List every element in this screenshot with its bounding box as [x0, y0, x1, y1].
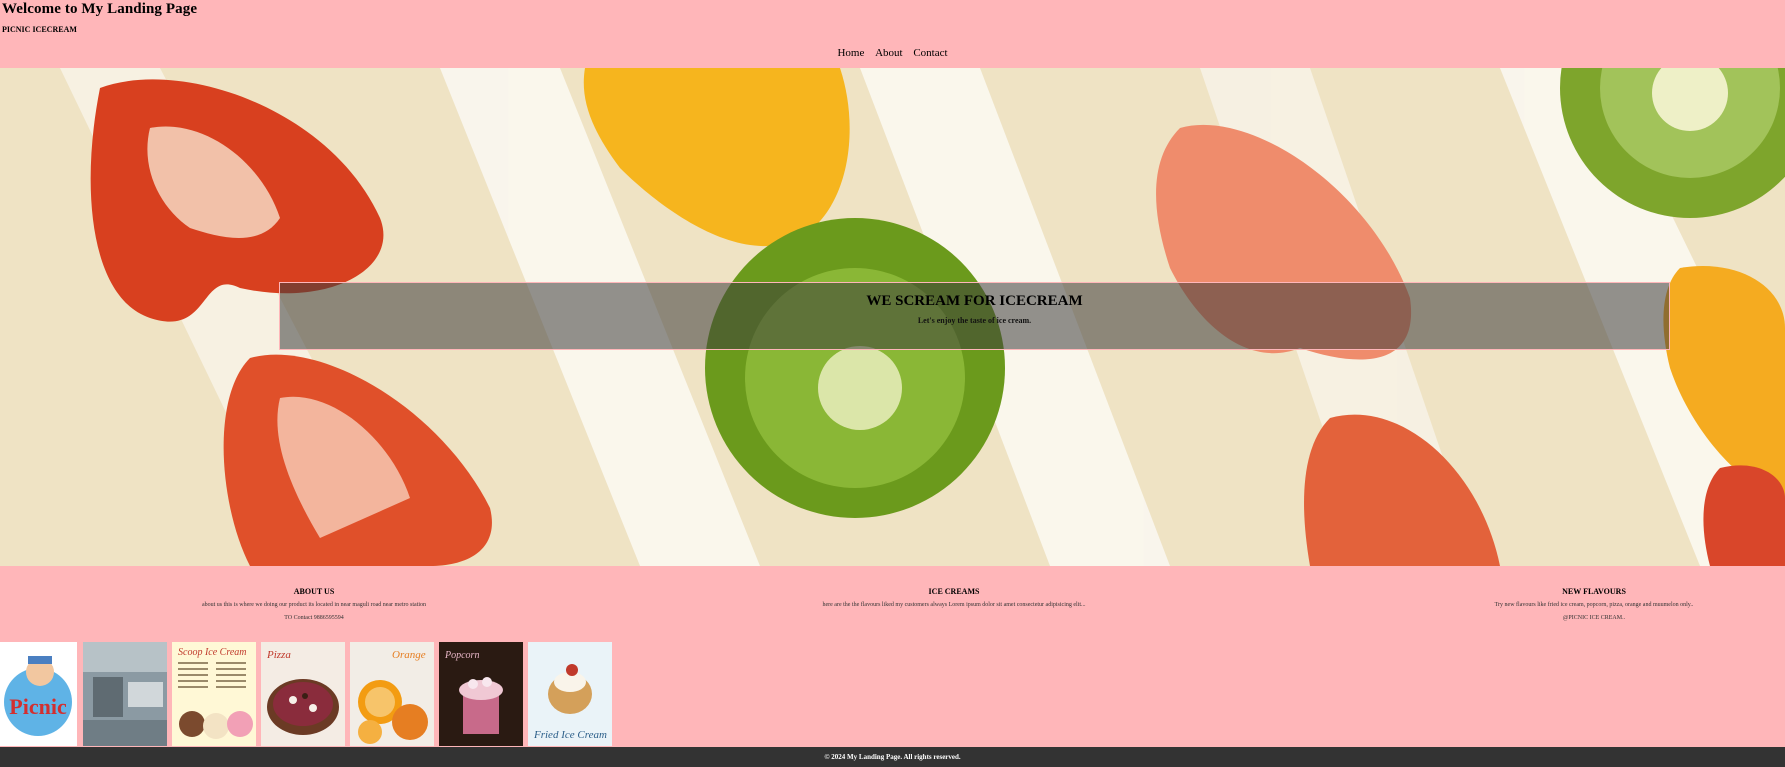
- column-text: @PICNIC ICE CREAM..: [1562, 615, 1626, 621]
- column-heading: NEW FLAVOURS: [1562, 587, 1626, 596]
- info-section: ABOUT US about us this is where we doing…: [0, 566, 1785, 641]
- site-header: Welcome to My Landing Page PICNIC ICECRE…: [0, 0, 1785, 68]
- kitchen-image: [83, 642, 167, 746]
- hero-tagline: Let's enjoy the taste of ice cream.: [917, 316, 1032, 325]
- column-text: about us this is where we doing our prod…: [201, 602, 427, 608]
- column-text: here are the the flavours liked my custo…: [822, 602, 1086, 608]
- image-gallery: Picnic Scoop Ice Cream Pizza Orange Popc…: [0, 642, 620, 746]
- copyright-text: © 2024 My Landing Page. All rights reser…: [824, 753, 961, 761]
- site-title: Welcome to My Landing Page: [2, 1, 198, 17]
- column-text: TO Contact 9886595594: [284, 615, 344, 621]
- column-heading: ICE CREAMS: [928, 587, 980, 596]
- fried-icecream-label: Fried Ice Cream: [533, 729, 607, 741]
- popcorn-label: Popcorn: [444, 650, 479, 661]
- nav-about-link[interactable]: About: [875, 47, 903, 59]
- nav-contact-link[interactable]: Contact: [913, 47, 947, 59]
- orange-label: Orange: [392, 649, 426, 661]
- scoop-menu-title: Scoop Ice Cream: [178, 647, 247, 658]
- hero-section: WE SCREAM FOR ICECREAM Let's enjoy the t…: [0, 68, 1785, 566]
- scoop-menu-image: Scoop Ice Cream: [172, 642, 256, 746]
- nav-home-link[interactable]: Home: [837, 47, 864, 59]
- column-heading: ABOUT US: [293, 587, 335, 596]
- picnic-logo-image: Picnic: [0, 642, 77, 746]
- hero-title: WE SCREAM FOR ICECREAM: [866, 293, 1083, 309]
- pizza-icecream-image: Pizza: [261, 642, 345, 746]
- pizza-label: Pizza: [266, 649, 291, 661]
- hero-banner: WE SCREAM FOR ICECREAM Let's enjoy the t…: [279, 282, 1670, 350]
- about-us-column: ABOUT US about us this is where we doing…: [114, 566, 514, 622]
- fried-icecream-image: Fried Ice Cream: [528, 642, 612, 746]
- orange-icecream-image: Orange: [350, 642, 434, 746]
- ice-creams-column: ICE CREAMS here are the the flavours lik…: [754, 566, 1154, 609]
- new-flavours-column: NEW FLAVOURS Try new flavours like fried…: [1394, 566, 1785, 622]
- picnic-logo-text: Picnic: [9, 694, 67, 719]
- site-footer: © 2024 My Landing Page. All rights reser…: [0, 747, 1785, 767]
- site-subtitle: PICNIC ICECREAM: [2, 25, 77, 34]
- popcorn-icecream-image: Popcorn: [439, 642, 523, 746]
- column-text: Try new flavours like fried ice cream, p…: [1494, 602, 1694, 608]
- main-nav: Home About Contact: [0, 47, 1785, 59]
